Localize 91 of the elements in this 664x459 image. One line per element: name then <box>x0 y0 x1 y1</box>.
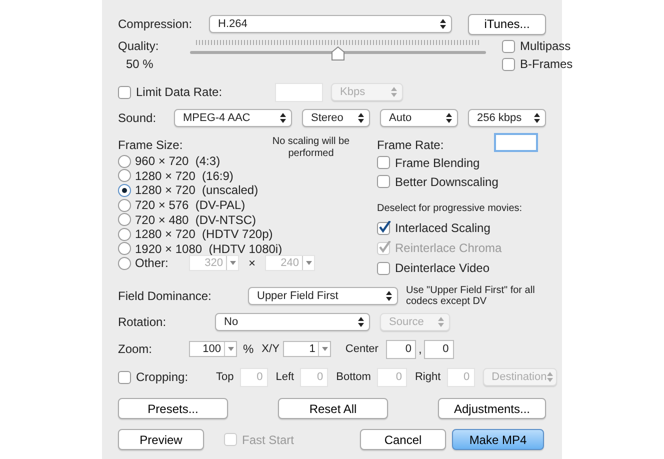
quality-slider[interactable] <box>190 39 486 59</box>
updown-arrows-icon <box>391 87 397 97</box>
field-label: Bottom <box>336 370 371 385</box>
dropdown-arrow-icon <box>322 347 328 351</box>
updown-arrows-icon <box>438 317 444 327</box>
updown-arrows-icon <box>534 113 540 123</box>
radio-label: Other: <box>135 255 170 272</box>
checkbox[interactable] <box>502 58 515 70</box>
sound-select[interactable]: 256 kbps <box>468 109 546 127</box>
center-x-field[interactable]: 0 <box>386 340 416 358</box>
dialog-button[interactable]: Presets... <box>118 398 228 419</box>
radio-button[interactable] <box>118 242 131 256</box>
radio-label: 960 × 720 (4:3) <box>135 153 220 170</box>
field-label: X/Y <box>262 342 280 357</box>
sound-select[interactable]: Stereo <box>302 109 370 127</box>
compression-select[interactable]: H.264 <box>209 15 452 33</box>
center-y-field[interactable]: 0 <box>424 340 454 358</box>
dropdown-arrow-icon <box>228 347 234 351</box>
radio-button[interactable] <box>118 256 131 270</box>
field-dominance-note: Use "Upper Field First" for all codecs except DV <box>406 285 536 307</box>
checkbox-label: Frame Blending <box>395 154 480 172</box>
zoom-combo[interactable]: 100 <box>189 341 237 357</box>
percent-sign: % <box>243 341 254 358</box>
cancel-button[interactable]: Cancel <box>360 429 446 450</box>
scaling-note: No scaling will be performed <box>271 136 351 160</box>
radio-label: 1920 × 1080 (HDTV 1080i) <box>135 240 282 258</box>
field-label: Right <box>414 370 441 385</box>
data-rate-field[interactable] <box>275 82 323 102</box>
section-label: Frame Rate: <box>377 136 445 154</box>
sound-select[interactable]: Auto <box>380 109 458 127</box>
updown-arrows-icon <box>358 317 364 327</box>
times-sign: × <box>247 255 256 272</box>
preview-button[interactable]: Preview <box>118 429 204 450</box>
radio-button[interactable] <box>118 184 131 197</box>
field-label: Quality: <box>118 38 160 55</box>
updown-arrows-icon <box>440 19 446 29</box>
radio-label: 720 × 576 (DV-PAL) <box>135 197 246 214</box>
checkbox-label: Fast Start <box>242 432 294 448</box>
radio-label: 1280 × 720 (HDTV 720p) <box>135 226 273 244</box>
radio-button[interactable] <box>118 169 131 182</box>
field-label: Compression: <box>118 16 194 33</box>
checkbox-label: Interlaced Scaling <box>395 220 490 237</box>
updown-arrows-icon <box>446 113 452 123</box>
xy-combo[interactable]: 1 <box>283 341 332 357</box>
checkbox-label: Better Downscaling <box>395 174 498 190</box>
updown-arrows-icon <box>358 113 364 123</box>
checkbox-label: Reinterlace Chroma <box>395 240 502 257</box>
frame-rate-field[interactable] <box>494 133 538 152</box>
field-dominance-select[interactable]: Upper Field First <box>248 287 398 305</box>
slider-thumb[interactable] <box>331 44 345 59</box>
checkbox[interactable] <box>377 156 390 169</box>
radio-button[interactable] <box>118 198 131 212</box>
field-label: Field Dominance: <box>118 288 212 305</box>
checkbox[interactable] <box>118 86 131 98</box>
dialog-button[interactable]: Adjustments... <box>438 398 546 419</box>
field-label: Center <box>345 342 378 357</box>
radio-label: 720 × 480 (DV-NTSC) <box>135 212 256 229</box>
field-label: Zoom: <box>118 341 154 358</box>
dropdown-arrow-icon <box>306 261 312 266</box>
radio-button[interactable] <box>118 213 131 226</box>
checkbox-label: Deinterlace Video <box>395 260 490 277</box>
field-label: Top <box>216 370 234 385</box>
radio-button[interactable] <box>118 154 131 168</box>
checkbox[interactable] <box>502 40 515 52</box>
field-label: Left <box>276 370 294 385</box>
checkbox[interactable] <box>377 175 390 188</box>
rotation-select[interactable]: No <box>215 313 370 331</box>
section-note: Deselect for progressive movies: <box>377 202 524 216</box>
field-label: Rotation: <box>118 314 168 331</box>
radio-label: 1280 × 720 (unscaled) <box>135 182 258 200</box>
checkbox-label: B-Frames <box>520 56 573 73</box>
checkbox-label: Multipass <box>520 38 571 55</box>
radio-label: 1280 × 720 (16:9) <box>135 168 234 185</box>
field-label: Sound: <box>118 110 158 127</box>
dialog-button[interactable]: Reset All <box>278 398 388 419</box>
checkbox-label: Limit Data Rate: <box>136 84 222 101</box>
itunes-button[interactable]: iTunes... <box>468 14 546 34</box>
checkbox[interactable] <box>377 222 390 234</box>
checkbox[interactable] <box>377 262 390 274</box>
radio-button[interactable] <box>118 228 131 241</box>
make-mp4-button[interactable]: Make MP4 <box>452 429 544 450</box>
updown-arrows-icon <box>546 372 553 382</box>
checkbox[interactable] <box>118 370 131 384</box>
dropdown-arrow-icon <box>230 261 236 266</box>
quality-reading: 50 % <box>125 56 154 73</box>
section-label: Frame Size: <box>118 137 184 154</box>
comma: , <box>418 341 422 358</box>
sound-select[interactable]: MPEG-4 AAC <box>174 109 292 127</box>
updown-arrows-icon <box>386 291 392 301</box>
updown-arrows-icon <box>280 113 286 123</box>
checkbox-label: Cropping: <box>136 369 188 386</box>
